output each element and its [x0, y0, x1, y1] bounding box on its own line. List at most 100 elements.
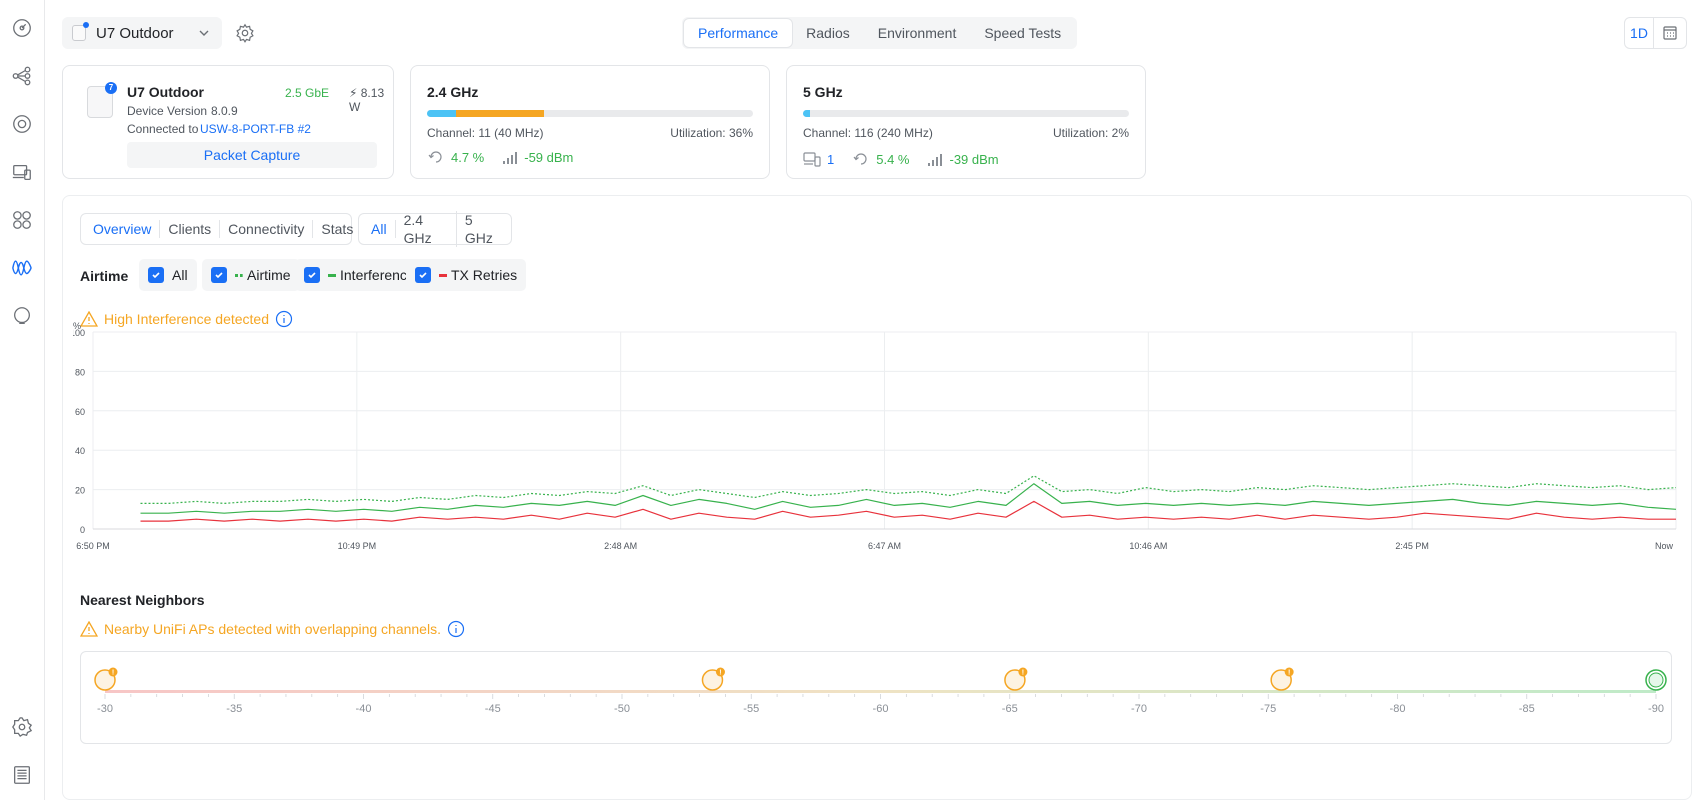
tab-environment[interactable]: Environment	[864, 19, 971, 47]
scale-tick-label: -60	[873, 703, 889, 715]
filter-label: Airtime	[247, 267, 291, 283]
y-tick-label: 60	[75, 407, 85, 417]
signal-value: -59 dBm	[524, 149, 574, 165]
legend-swatch-tx-retries	[439, 273, 447, 277]
power-draw: ⚡ 8.13 W	[349, 86, 385, 114]
y-tick-label: 80	[75, 367, 85, 377]
scale-tick-label: -65	[1002, 703, 1018, 715]
tab-connectivity[interactable]: Connectivity	[220, 220, 314, 238]
filter-interference-checkbox[interactable]: Interference	[295, 259, 424, 291]
checkbox-checked-icon	[304, 267, 320, 283]
series-line-interference	[140, 483, 1677, 514]
airtime-chart: 020406080100%6:50 PM10:49 PM2:48 AM6:47 …	[73, 322, 1677, 551]
filter-label: TX Retries	[451, 267, 518, 283]
filter-label: All	[172, 267, 188, 283]
tab-band-all[interactable]: All	[363, 220, 396, 238]
sidebar	[0, 0, 45, 800]
airtime-label: Airtime	[80, 268, 129, 284]
checkbox-checked-icon	[415, 267, 431, 283]
insights-icon[interactable]	[10, 208, 34, 232]
wifi7-badge: 7	[105, 82, 117, 94]
retries-icon	[852, 150, 870, 168]
radio-channel: Channel: 11 (40 MHz)	[427, 126, 544, 140]
radio-stats: 1 5.4 % -39 dBm	[803, 150, 1017, 168]
scale-tick-label: -30	[97, 703, 113, 715]
topology-icon[interactable]	[10, 64, 34, 88]
device-selector[interactable]: U7 Outdoor	[62, 17, 222, 49]
scale-tick-label: -80	[1390, 703, 1406, 715]
neighbor-warning-mark: !	[1022, 670, 1024, 677]
utilization-fill-own	[427, 110, 457, 117]
legend-swatch-interference	[328, 273, 336, 277]
x-tick-label: Now	[1655, 541, 1674, 551]
x-tick-label: 6:47 AM	[868, 541, 901, 551]
tab-radios[interactable]: Radios	[792, 19, 864, 47]
current-ap-inner	[1648, 672, 1664, 688]
dashboard-icon[interactable]	[10, 16, 34, 40]
uplink-speed: 2.5 GbE	[285, 86, 330, 100]
signal-icon	[502, 150, 518, 164]
top-bar: U7 Outdoor Performance Radios Environmen…	[62, 17, 1703, 49]
checkbox-checked-icon	[211, 267, 227, 283]
filter-airtime-checkbox[interactable]: Airtime	[202, 259, 300, 291]
neighbors-scale-svg: -30 -35 -40 -45 -50 -55 -60 -65 -70 -75 -80 -85 -90!…	[94, 667, 1667, 715]
signal-value: -39 dBm	[949, 151, 999, 167]
device-name: U7 Outdoor	[127, 84, 204, 100]
tab-stats[interactable]: Stats	[313, 220, 361, 238]
device-settings-gear-icon[interactable]	[234, 22, 256, 47]
filter-all-checkbox[interactable]: All	[139, 259, 197, 291]
radio-title: 5 GHz	[803, 84, 843, 100]
packet-capture-button[interactable]: Packet Capture	[127, 142, 377, 168]
x-tick-label: 2:45 PM	[1395, 541, 1429, 551]
neighbor-warning-mark: !	[112, 670, 114, 677]
radio-title: 2.4 GHz	[427, 84, 479, 100]
checkbox-checked-icon	[148, 267, 164, 283]
utilization-fill-other	[456, 110, 545, 117]
device-thumbnail-icon	[72, 22, 89, 41]
radio-waves-icon[interactable]	[10, 256, 34, 280]
client-devices-icon[interactable]	[10, 160, 34, 184]
radio-stats: 4.7 % -59 dBm	[427, 148, 591, 166]
x-tick-label: 10:49 PM	[338, 541, 377, 551]
connected-to-label: Connected to	[127, 122, 199, 136]
signal-gradient-bar	[105, 690, 1656, 693]
scale-tick-label: -40	[356, 703, 372, 715]
info-icon[interactable]	[447, 620, 465, 638]
utilization-bar	[803, 110, 1129, 117]
tab-band-2-4ghz[interactable]: 2.4 GHz	[396, 211, 457, 247]
y-tick-label: 0	[80, 525, 85, 535]
utilization-bar	[427, 110, 753, 117]
scale-tick-label: -45	[485, 703, 501, 715]
tab-speed-tests[interactable]: Speed Tests	[970, 19, 1075, 47]
range-1d-button[interactable]: 1D	[1624, 17, 1654, 49]
neighbors-warning-text: Nearby UniFi APs detected with overlappi…	[104, 621, 441, 637]
device-version: 8.0.9	[211, 104, 238, 118]
retries-icon	[427, 148, 445, 166]
nearest-neighbors-title: Nearest Neighbors	[80, 592, 205, 608]
radio-card-5ghz: 5 GHz Channel: 116 (240 MHz) Utilization…	[786, 65, 1146, 179]
x-tick-label: 2:48 AM	[604, 541, 637, 551]
filter-tx-retries-checkbox[interactable]: TX Retries	[406, 259, 527, 291]
device-selector-label: U7 Outdoor	[96, 24, 174, 42]
calendar-icon[interactable]	[1653, 17, 1687, 49]
clients-icon	[803, 151, 821, 167]
tab-clients[interactable]: Clients	[160, 220, 221, 238]
tab-band-5ghz[interactable]: 5 GHz	[457, 211, 507, 247]
chevron-down-icon	[198, 26, 210, 43]
radio-channel: Channel: 116 (240 MHz)	[803, 126, 933, 140]
uplink-device-link[interactable]: USW-8-PORT-FB #2	[200, 122, 311, 136]
neighbor-warning-mark: !	[1288, 670, 1290, 677]
retries-value: 4.7 %	[451, 149, 485, 165]
settings-icon[interactable]	[10, 715, 34, 739]
radio-card-2-4ghz: 2.4 GHz Channel: 11 (40 MHz) Utilization…	[410, 65, 770, 179]
logs-icon[interactable]	[10, 763, 34, 787]
tab-performance[interactable]: Performance	[684, 19, 793, 47]
x-tick-label: 6:50 PM	[76, 541, 110, 551]
devices-icon[interactable]	[10, 112, 34, 136]
signal-icon	[927, 152, 943, 166]
innerspace-icon[interactable]	[10, 304, 34, 328]
radio-utilization: Utilization: 36%	[670, 126, 753, 140]
band-tabs: All 2.4 GHz 5 GHz	[358, 211, 512, 247]
tab-overview[interactable]: Overview	[85, 220, 161, 238]
y-tick-label: 40	[75, 446, 85, 456]
